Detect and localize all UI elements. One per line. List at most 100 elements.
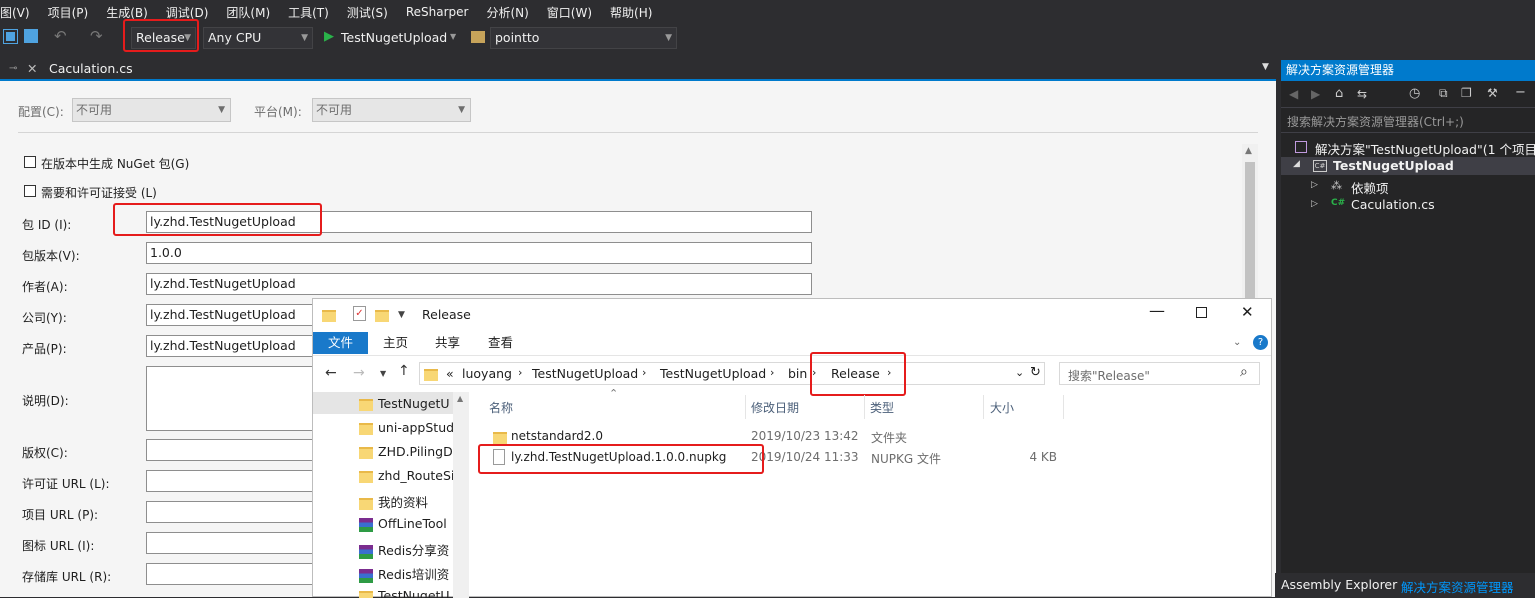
nav-item[interactable]: 我的资料 — [359, 492, 453, 511]
tree-file[interactable]: Caculation.cs — [1351, 197, 1435, 212]
menu-project[interactable]: 项目(P) — [39, 4, 98, 21]
up-icon[interactable]: ↑ — [398, 363, 410, 379]
menu-help[interactable]: 帮助(H) — [601, 4, 661, 21]
sync-icon[interactable]: ⇆ — [1357, 87, 1367, 101]
authors-input[interactable]: ly.zhd.TestNugetUpload — [146, 273, 812, 295]
new-folder-icon[interactable] — [375, 308, 394, 322]
copy-icon[interactable]: ❐ — [1461, 86, 1472, 100]
forward-icon[interactable]: → — [353, 365, 365, 381]
menu-debug[interactable]: 调试(D) — [157, 4, 218, 21]
chevron-down-icon[interactable]: ▼ — [1262, 62, 1269, 72]
nav-item[interactable]: OffLineTool — [359, 516, 453, 532]
redo-icon[interactable]: ↷ — [90, 27, 103, 45]
help-icon[interactable]: ? — [1253, 335, 1268, 350]
ribbon-tab-file[interactable]: 文件 — [313, 332, 368, 354]
nav-item[interactable]: ZHD.PilingDr — [359, 444, 453, 459]
tab-caculation[interactable]: ⊸ ✕ Caculation.cs — [0, 58, 232, 79]
breadcrumb-item[interactable]: bin — [788, 366, 807, 381]
chevron-down-icon[interactable]: ▼ — [380, 369, 386, 378]
nav-item-label: 我的资料 — [378, 495, 428, 510]
scroll-up-icon[interactable]: ▲ — [1245, 146, 1252, 156]
history-icon[interactable]: ◷ — [1409, 86, 1420, 101]
menu-build[interactable]: 生成(B) — [97, 4, 157, 21]
breadcrumb-item[interactable]: luoyang — [462, 366, 512, 381]
maximize-icon[interactable] — [1196, 307, 1207, 318]
copyright-input[interactable] — [146, 439, 326, 461]
ribbon-tab-share[interactable]: 共享 — [425, 332, 470, 354]
tab-assembly-explorer[interactable]: Assembly Explorer — [1281, 577, 1397, 592]
pin-icon[interactable]: ⊸ — [9, 58, 17, 79]
tree-project-row[interactable]: ◢ C# TestNugetUpload — [1281, 157, 1535, 175]
nav-item[interactable]: Redis培训资 — [359, 564, 453, 583]
column-type[interactable]: 类型 — [870, 399, 894, 416]
undo-icon[interactable]: ↶ — [54, 27, 67, 45]
field-label: 项目 URL (P): — [22, 506, 98, 523]
platform-dropdown[interactable]: Any CPU▼ — [203, 27, 313, 49]
license-url-input[interactable] — [146, 470, 326, 492]
start-icon[interactable]: ▶ — [324, 29, 334, 44]
search-icon[interactable]: ⌕ — [1240, 364, 1248, 380]
expanded-icon[interactable]: ◢ — [1293, 159, 1300, 169]
company-input[interactable]: ly.zhd.TestNugetUpload — [146, 304, 326, 326]
save-icon[interactable] — [4, 30, 17, 43]
back-icon[interactable]: ← — [325, 365, 337, 381]
save-all-icon[interactable] — [24, 29, 38, 43]
wrench-icon[interactable]: ⚒ — [1487, 86, 1498, 100]
repository-url-input[interactable] — [146, 563, 326, 585]
menu-resharper[interactable]: ReSharper — [397, 5, 478, 19]
start-project-button[interactable]: TestNugetUpload — [341, 30, 447, 45]
product-input[interactable]: ly.zhd.TestNugetUpload — [146, 335, 326, 357]
tree-solution[interactable]: 解决方案"TestNugetUpload"(1 个项目) — [1315, 139, 1535, 158]
column-date[interactable]: 修改日期 — [751, 399, 799, 416]
close-icon[interactable]: ✕ — [1241, 303, 1254, 321]
tab-solution-explorer[interactable]: 解决方案资源管理器 — [1401, 577, 1514, 596]
address-bar[interactable]: « luoyang › TestNugetUpload › TestNugetU… — [419, 362, 1045, 385]
ribbon-tab-home[interactable]: 主页 — [373, 332, 418, 354]
menu-window[interactable]: 窗口(W) — [538, 4, 601, 21]
tree-dependencies[interactable]: 依赖项 — [1351, 178, 1389, 197]
project-url-input[interactable] — [146, 501, 326, 523]
chevron-down-icon[interactable]: ▼ — [398, 310, 405, 320]
home-icon[interactable]: ⌂ — [1335, 86, 1343, 101]
menu-team[interactable]: 团队(M) — [217, 4, 279, 21]
menu-analyze[interactable]: 分析(N) — [477, 4, 537, 21]
breadcrumb-overflow[interactable]: « — [446, 366, 454, 381]
column-size[interactable]: 大小 — [990, 399, 1014, 416]
properties-icon[interactable]: ✓ — [353, 306, 366, 321]
nav-item[interactable]: uni-appStud — [359, 420, 453, 435]
minimize-icon[interactable]: — — [1149, 301, 1165, 320]
back-icon[interactable]: ◀ — [1289, 87, 1298, 101]
collapse-icon[interactable]: ⧉ — [1439, 86, 1448, 101]
icon-url-input[interactable] — [146, 532, 326, 554]
project-dropdown[interactable]: pointto▼ — [490, 27, 677, 49]
package-version-input[interactable]: 1.0.0 — [146, 242, 812, 264]
column-name[interactable]: 名称 — [489, 399, 513, 416]
scroll-up-icon[interactable]: ▲ — [457, 394, 463, 403]
nav-scrollbar[interactable]: ▲ — [453, 392, 469, 598]
collapsed-icon[interactable]: ▷ — [1311, 199, 1318, 209]
search-solution-input[interactable]: 搜索解决方案资源管理器(Ctrl+;) — [1287, 113, 1464, 130]
menu-test[interactable]: 测试(S) — [338, 4, 397, 21]
search-box[interactable]: 搜索"Release" ⌕ — [1059, 362, 1260, 385]
license-accept-checkbox[interactable] — [24, 185, 36, 197]
chevron-down-icon[interactable]: ▼ — [450, 32, 456, 41]
refresh-icon[interactable]: ↻ — [1030, 365, 1041, 380]
search-input[interactable]: 搜索"Release" — [1068, 367, 1150, 384]
breadcrumb-item[interactable]: TestNugetUpload — [532, 366, 638, 381]
menu-view[interactable]: 图(V) — [0, 4, 39, 21]
sort-up-icon[interactable]: ⌃ — [609, 387, 618, 400]
collapsed-icon[interactable]: ▷ — [1311, 180, 1318, 190]
close-icon[interactable]: ✕ — [27, 58, 37, 79]
breadcrumb-item[interactable]: TestNugetUpload — [660, 366, 766, 381]
forward-icon[interactable]: ▶ — [1311, 87, 1320, 101]
nav-item[interactable]: TestNugetU — [359, 396, 453, 411]
gen-nuget-checkbox[interactable] — [24, 156, 36, 168]
description-input[interactable] — [146, 366, 326, 431]
nav-item[interactable]: zhd_RouteSi — [359, 468, 453, 483]
chevron-down-icon[interactable]: ⌄ — [1233, 337, 1241, 348]
chevron-down-icon[interactable]: ⌄ — [1015, 366, 1024, 379]
minus-icon[interactable]: − — [1515, 85, 1526, 100]
nav-item[interactable]: Redis分享资 — [359, 540, 453, 559]
menu-tools[interactable]: 工具(T) — [279, 4, 338, 21]
ribbon-tab-view[interactable]: 查看 — [478, 332, 523, 354]
